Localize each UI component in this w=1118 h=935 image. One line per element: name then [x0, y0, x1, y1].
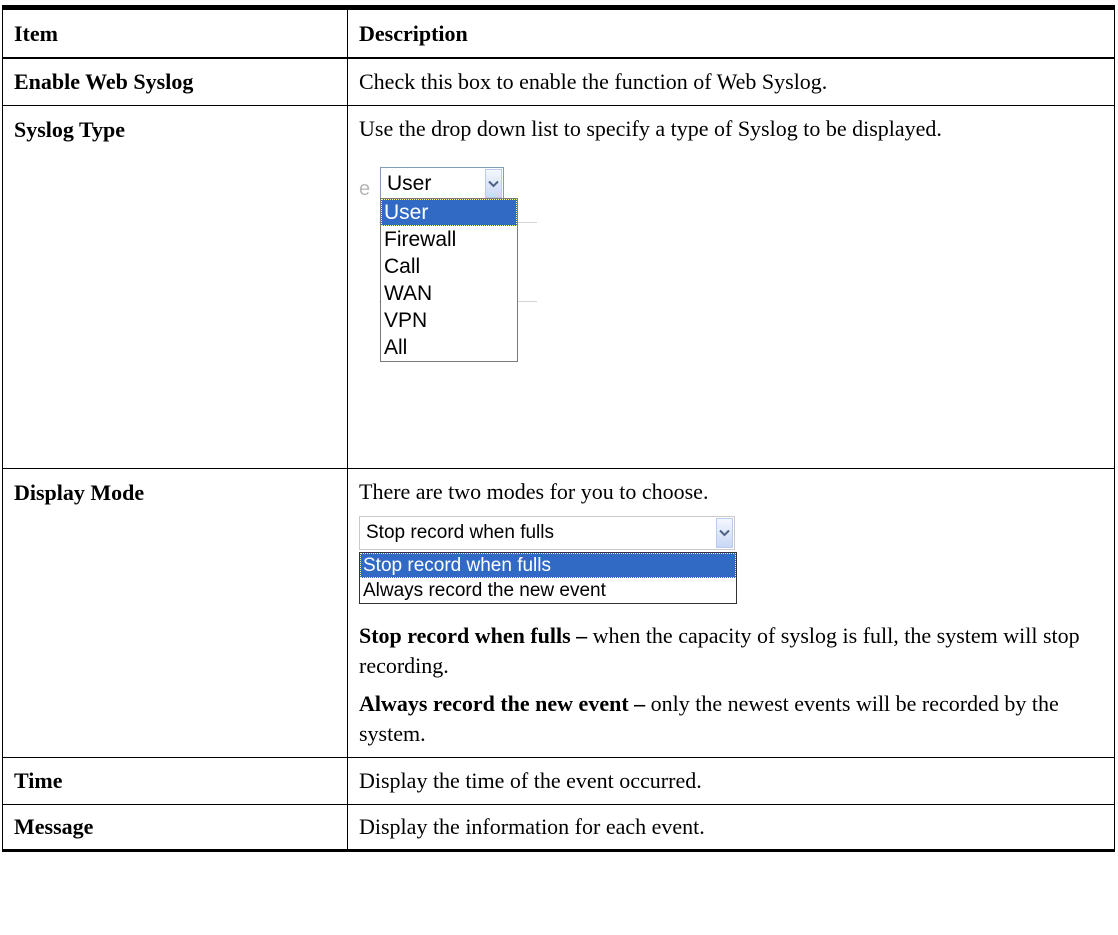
mode-note-stop-record: Stop record when fulls – when the capaci…: [359, 621, 1114, 681]
note-term: Always record the new event –: [359, 691, 646, 716]
mode-note-always-record: Always record the new event – only the n…: [359, 689, 1114, 749]
syslog-type-options-list: User Firewall Call WAN VPN All: [380, 198, 518, 362]
item-description-table: Item Description Enable Web Syslog Check…: [2, 5, 1115, 852]
table-header-row: Item Description: [2, 5, 1115, 59]
row-description: Check this box to enable the function of…: [359, 69, 828, 94]
syslog-type-selected-value: User: [387, 172, 432, 195]
note-term: Stop record when fulls –: [359, 623, 588, 648]
table-row: Time Display the time of the event occur…: [2, 757, 1115, 805]
option-always-record-new-event[interactable]: Always record the new event: [360, 578, 736, 603]
table-row: Message Display the information for each…: [2, 804, 1115, 852]
clipped-label-fragment: e: [359, 178, 371, 200]
row-item-syslog-type: Syslog Type: [14, 117, 126, 142]
document-page: Item Description Enable Web Syslog Check…: [0, 0, 1118, 935]
table-row: Syslog Type Use the drop down list to sp…: [2, 105, 1115, 469]
option-user[interactable]: User: [381, 199, 517, 226]
row-item-time: Time: [14, 768, 63, 793]
row-description: Use the drop down list to specify a type…: [359, 116, 942, 141]
option-firewall[interactable]: Firewall: [381, 226, 517, 253]
syslog-type-dropdown-illustration: e User User Firewall Call WAN VPN All: [359, 154, 1114, 404]
row-item-message: Message: [14, 814, 94, 839]
option-call[interactable]: Call: [381, 253, 517, 280]
option-wan[interactable]: WAN: [381, 280, 517, 307]
option-stop-record-when-fulls[interactable]: Stop record when fulls: [360, 553, 736, 578]
row-description: Display the information for each event.: [359, 814, 705, 839]
display-mode-options-list: Stop record when fulls Always record the…: [359, 552, 737, 604]
display-mode-selected-value: Stop record when fulls: [366, 522, 554, 543]
table-row: Enable Web Syslog Check this box to enab…: [2, 57, 1115, 106]
row-description: There are two modes for you to choose.: [359, 479, 709, 504]
table-row: Display Mode There are two modes for you…: [2, 468, 1115, 758]
chevron-down-icon[interactable]: [716, 518, 733, 548]
display-mode-dropdown-illustration: Stop record when fulls Stop record when …: [359, 513, 1114, 621]
row-description: Display the time of the event occurred.: [359, 768, 702, 793]
option-vpn[interactable]: VPN: [381, 307, 517, 334]
row-item-enable-web-syslog: Enable Web Syslog: [14, 69, 194, 94]
chevron-down-icon[interactable]: [485, 169, 502, 198]
display-mode-select[interactable]: Stop record when fulls: [359, 516, 735, 550]
option-all[interactable]: All: [381, 334, 517, 361]
row-item-display-mode: Display Mode: [14, 480, 145, 505]
header-item: Item: [2, 5, 348, 59]
header-description: Description: [347, 5, 1115, 59]
syslog-type-select[interactable]: User: [380, 167, 504, 200]
